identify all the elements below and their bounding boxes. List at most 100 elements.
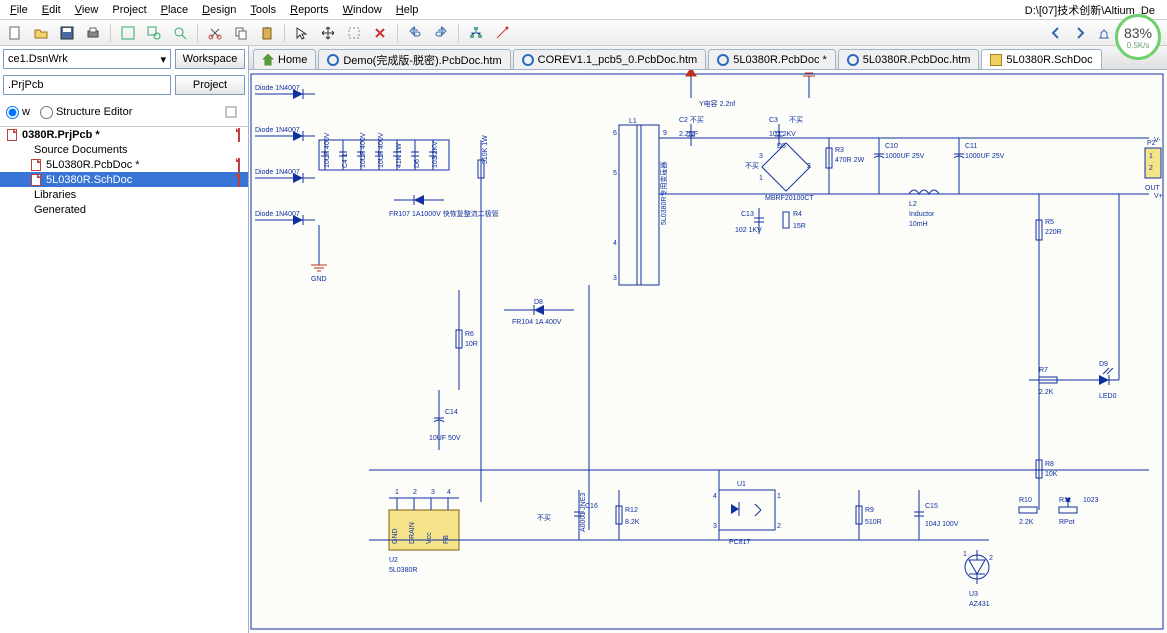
redo-button[interactable]	[430, 22, 452, 44]
document-tabs: HomeDemo(完成版-脱密).PcbDoc.htmCOREV1.1_pcb5…	[249, 46, 1167, 70]
u2-n2: 2	[413, 489, 417, 496]
p2-label: P2	[1147, 140, 1156, 147]
d5-pin3: 3	[759, 153, 763, 160]
move-button[interactable]	[317, 22, 339, 44]
copy-button[interactable]	[230, 22, 252, 44]
project-field[interactable]: .PrjPcb	[3, 75, 171, 95]
tree-item-label: 0380R.PrjPcb *	[22, 129, 100, 141]
d5-pin2: 2	[807, 163, 811, 170]
r4v-label: 15R	[793, 223, 806, 230]
u2-pin-label: FB	[443, 535, 450, 544]
nav-back-button[interactable]	[1045, 22, 1067, 44]
tree-item[interactable]: Libraries	[0, 187, 248, 202]
menu-project[interactable]: Project	[106, 2, 152, 18]
workspace-combo[interactable]: ce1.DsnWrk ▾	[3, 49, 171, 69]
r5v-label: 220R	[1045, 229, 1062, 236]
toolbar-separator	[284, 24, 285, 42]
tab-label: 5L0380R.SchDoc	[1006, 54, 1092, 66]
c14v-label: 10UF 50V	[429, 435, 461, 442]
menu-tools[interactable]: Tools	[244, 2, 282, 18]
document-tab[interactable]: Home	[253, 49, 316, 69]
chevron-down-icon: ▾	[160, 53, 166, 66]
menu-bar: File Edit View Project Place Design Tool…	[0, 0, 1167, 20]
led-label: LED0	[1099, 393, 1117, 400]
workspace-combo-value: ce1.DsnWrk	[8, 53, 68, 65]
radio-fileview-input[interactable]	[6, 106, 19, 119]
cap-label: 10UF 400V	[324, 132, 331, 168]
zoom-fit-button[interactable]	[117, 22, 139, 44]
panel-options-button[interactable]	[220, 101, 242, 123]
menu-reports[interactable]: Reports	[284, 2, 335, 18]
zoom-sel-button[interactable]	[169, 22, 191, 44]
d8-label: D8	[534, 299, 543, 306]
hierarchy-button[interactable]	[465, 22, 487, 44]
tree-item-label: Libraries	[34, 189, 76, 201]
menu-edit[interactable]: Edit	[36, 2, 67, 18]
r12v-label: 8.2K	[625, 519, 640, 526]
nav-fwd-button[interactable]	[1069, 22, 1091, 44]
menu-place[interactable]: Place	[155, 2, 195, 18]
document-tab[interactable]: 5L0380R.PcbDoc *	[708, 49, 836, 69]
workspace-button[interactable]: Workspace	[175, 49, 245, 69]
l2a-label: Inductor	[909, 211, 935, 218]
menu-help[interactable]: Help	[390, 2, 425, 18]
r5-label: R5	[1045, 219, 1054, 226]
tree-item[interactable]: Generated	[0, 202, 248, 217]
document-tab[interactable]: 5L0380R.SchDoc	[981, 49, 1101, 69]
pin-9: 9	[663, 130, 667, 137]
tree-item[interactable]: Source Documents	[0, 142, 248, 157]
save-button[interactable]	[56, 22, 78, 44]
open-button[interactable]	[30, 22, 52, 44]
radio-fileview[interactable]: w	[6, 106, 30, 119]
d5-label: D5	[777, 143, 786, 150]
fr104-label: FR104 1A 400V	[512, 319, 562, 326]
print-button[interactable]	[82, 22, 104, 44]
r10v-label: 2.2K	[1019, 519, 1034, 526]
document-tab[interactable]: 5L0380R.PcbDoc.htm	[838, 49, 980, 69]
tree-item[interactable]: 5L0380R.PcbDoc *	[0, 157, 248, 172]
project-button[interactable]: Project	[175, 75, 245, 95]
tree-item[interactable]: 5L0380R.SchDoc	[0, 172, 248, 187]
home-icon	[262, 54, 274, 66]
zoom-area-button[interactable]	[143, 22, 165, 44]
radio-structure[interactable]: Structure Editor	[40, 106, 132, 119]
pin-5: 5	[613, 170, 617, 177]
pin-3: 3	[613, 275, 617, 282]
menu-file[interactable]: File	[4, 2, 34, 18]
c10-label: C10	[885, 143, 898, 150]
schematic-canvas[interactable]: Diode 1N4007 Diode 1N4007 Diode 1N4007 D…	[249, 70, 1167, 633]
undo-button[interactable]	[404, 22, 426, 44]
project-field-value: .PrjPcb	[8, 79, 43, 91]
u2-label: U2	[389, 557, 398, 564]
u3-p2: 2	[989, 555, 993, 562]
clear-button[interactable]	[369, 22, 391, 44]
radio-structure-input[interactable]	[40, 106, 53, 119]
cap-label: 41K 1W	[396, 143, 403, 168]
document-tab[interactable]: Demo(完成版-脱密).PcbDoc.htm	[318, 49, 510, 69]
l1-label: L1	[629, 118, 637, 125]
cross-probe-button[interactable]	[491, 22, 513, 44]
document-tab[interactable]: COREV1.1_pcb5_0.PcbDoc.htm	[513, 49, 707, 69]
p2-pin2: 2	[1149, 165, 1153, 172]
tree-item-label: Generated	[34, 204, 86, 216]
r-510k-label: 510K 1W	[482, 135, 489, 164]
menu-window[interactable]: Window	[337, 2, 388, 18]
nav-home-button[interactable]	[1093, 22, 1115, 44]
view-mode-radios: w Structure Editor	[0, 98, 248, 126]
select-button[interactable]	[291, 22, 313, 44]
new-doc-button[interactable]	[4, 22, 26, 44]
menu-view[interactable]: View	[69, 2, 105, 18]
u3-label: U3	[969, 591, 978, 598]
deselect-button[interactable]	[343, 22, 365, 44]
c3-label: C3	[769, 117, 778, 124]
tree-item[interactable]: 0380R.PrjPcb *	[0, 127, 248, 142]
u1-p2: 2	[777, 523, 781, 530]
menu-design[interactable]: Design	[196, 2, 242, 18]
project-tree[interactable]: 0380R.PrjPcb *Source Documents5L0380R.Pc…	[0, 126, 248, 633]
cut-button[interactable]	[204, 22, 226, 44]
r9-label: R9	[865, 507, 874, 514]
toolbar-separator	[458, 24, 459, 42]
ycap-label: Y电容 2.2nf	[699, 99, 735, 108]
paste-button[interactable]	[256, 22, 278, 44]
c13v-label: 102 1KV	[735, 227, 762, 234]
